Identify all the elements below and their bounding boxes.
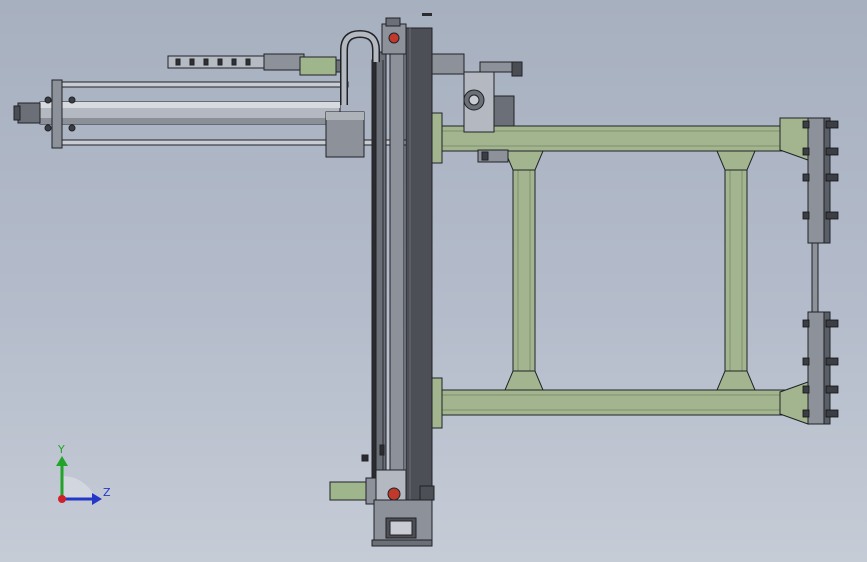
- triad-origin: [58, 495, 66, 503]
- frame-bottom-beam: [431, 389, 813, 416]
- z-axis-arrow: [92, 493, 102, 505]
- gusset: [504, 150, 544, 171]
- cad-viewport[interactable]: Y Z: [0, 0, 867, 562]
- gusset: [716, 150, 756, 171]
- vertical-mast: [340, 17, 433, 501]
- cable-carrier-loop: [340, 29, 380, 105]
- rod-end-plate: [51, 79, 63, 149]
- base-motor: [329, 481, 371, 501]
- y-axis-label: Y: [57, 443, 65, 456]
- y-axis-arrow: [56, 456, 68, 466]
- gusset: [504, 370, 544, 391]
- top-cable-tray: [167, 53, 347, 76]
- cylinder-end-cap: [17, 102, 41, 124]
- beam-left-flange: [431, 377, 443, 429]
- mast-rail: [375, 51, 387, 493]
- z-axis-label: Z: [103, 486, 111, 499]
- gusset: [716, 370, 756, 391]
- frame-left-post: [512, 150, 536, 391]
- view-marker: [422, 13, 432, 16]
- guide-rod: [57, 81, 349, 88]
- servo-motor: [299, 56, 337, 76]
- horizontal-arm: [13, 79, 409, 158]
- coordinate-triad: Y Z: [56, 443, 111, 505]
- triad-origin-shade: [62, 476, 96, 500]
- mast-rail: [389, 39, 405, 491]
- frame-right-post: [724, 150, 748, 391]
- right-mounting-plate: [807, 117, 831, 425]
- beam-left-flange: [431, 112, 443, 164]
